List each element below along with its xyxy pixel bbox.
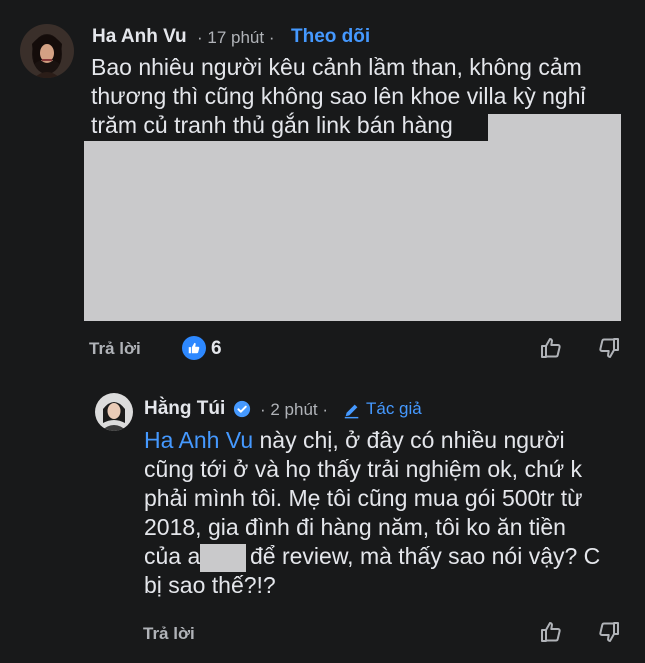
verified-badge-icon	[233, 400, 251, 418]
reply-button[interactable]: Trả lời	[89, 339, 141, 359]
reply-author[interactable]: Hằng Túi	[144, 398, 225, 420]
comment-time: · 17 phút ·	[197, 28, 275, 47]
reply-text-line-1: Ha Anh Vu này chị, ở đây có nhiều người	[144, 426, 565, 455]
avatar[interactable]	[20, 24, 74, 78]
reply-reply-button[interactable]: Trả lời	[143, 624, 195, 644]
reply-text-line-6: bị sao thế?!?	[144, 572, 276, 598]
thumbs-up-outline-icon[interactable]	[538, 619, 564, 645]
comment-author[interactable]: Ha Anh Vu	[92, 26, 187, 48]
reply-avatar[interactable]	[95, 393, 133, 431]
reply-text-line-3: phải mình tôi. Mẹ tôi cũng mua gói 500tr…	[144, 485, 583, 511]
like-reaction-icon[interactable]	[182, 336, 206, 360]
thumbs-down-outline-icon[interactable]	[596, 619, 622, 645]
reply-text-line-5b: để review, mà thấy sao nói vậy? C	[250, 543, 601, 569]
reply-text-line-1-rest: này chị, ở đây có nhiều người	[253, 427, 565, 453]
pencil-icon	[344, 404, 359, 419]
redacted-attachment	[84, 141, 621, 321]
comment-text-line-3: trăm củ tranh thủ gắn link bán hàng	[91, 112, 453, 138]
follow-button[interactable]: Theo dõi	[291, 26, 370, 48]
reply-text-line-2: cũng tới ở và họ thấy trải nghiệm ok, ch…	[144, 456, 583, 482]
author-badge: Tác giả	[366, 399, 422, 418]
comment-text-line-1: Bao nhiêu người kêu cảnh lầm than, không…	[91, 54, 582, 80]
mention-link[interactable]: Ha Anh Vu	[144, 427, 253, 453]
redacted-name	[200, 544, 246, 572]
reply-time: · 2 phút ·	[260, 400, 329, 419]
reply-text-line-4: 2018, gia đình đi hàng năm, tôi ko ăn ti…	[144, 514, 566, 540]
thumbs-up-outline-icon[interactable]	[538, 335, 564, 361]
like-count: 6	[211, 338, 222, 359]
reply-text-line-5a: của a	[144, 543, 201, 569]
redacted-area	[488, 114, 621, 142]
thumbs-down-outline-icon[interactable]	[596, 335, 622, 361]
comment-text-line-2: thương thì cũng không sao lên khoe villa…	[91, 83, 586, 109]
